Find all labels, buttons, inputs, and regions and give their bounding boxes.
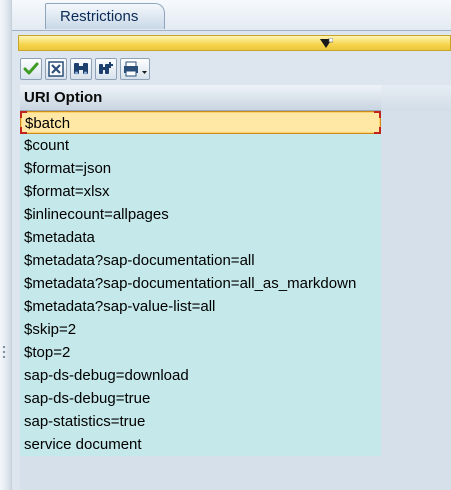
selection-corner [20,127,27,134]
table-row[interactable]: $metadata [20,226,381,249]
table-row[interactable]: sap-ds-debug=download [20,364,381,387]
table-row[interactable]: sap-statistics=true [20,410,381,433]
table-row[interactable]: $metadata?sap-documentation=all [20,249,381,272]
table-body: $batch $count $format=json $format=xlsx $inl… [20,111,381,456]
selection-corner [20,111,27,118]
selection-corner [374,127,381,134]
find-next-button[interactable] [95,58,117,80]
table-row[interactable]: $metadata?sap-value-list=all [20,295,381,318]
table-row[interactable]: $batch [20,111,381,134]
table-row[interactable]: $format=json [20,157,381,180]
uri-option-table: URI Option $batch $count $format=json $form… [20,85,451,490]
cancel-button[interactable] [45,58,67,80]
status-bar [18,35,451,51]
table-row[interactable]: $format=xlsx [20,180,381,203]
confirm-button[interactable] [20,58,42,80]
column-header-label: URI Option [24,89,103,106]
table-row[interactable]: $top=2 [20,341,381,364]
print-menu-button[interactable] [120,58,150,80]
header-filler [381,85,451,111]
tab-restrictions[interactable]: Restrictions [45,3,165,29]
table-row[interactable]: $metadata?sap-documentation=all_as_markd… [20,272,381,295]
find-button[interactable] [70,58,92,80]
column-header-uri-option[interactable]: URI Option [20,85,381,111]
dropdown-arrow-icon[interactable] [319,37,334,49]
table-row[interactable]: sap-ds-debug=true [20,387,381,410]
table-row[interactable]: service document [20,433,381,456]
splitter-handle[interactable] [3,346,6,360]
table-row[interactable]: $count [20,134,381,157]
left-resize-strip [0,0,12,490]
selection-corner [374,111,381,118]
tab-strip: Restrictions [12,0,451,31]
table-row[interactable]: $inlinecount=allpages [20,203,381,226]
restrictions-panel: Restrictions URI Option $batch $count $f… [12,0,451,490]
table-row[interactable]: $skip=2 [20,318,381,341]
